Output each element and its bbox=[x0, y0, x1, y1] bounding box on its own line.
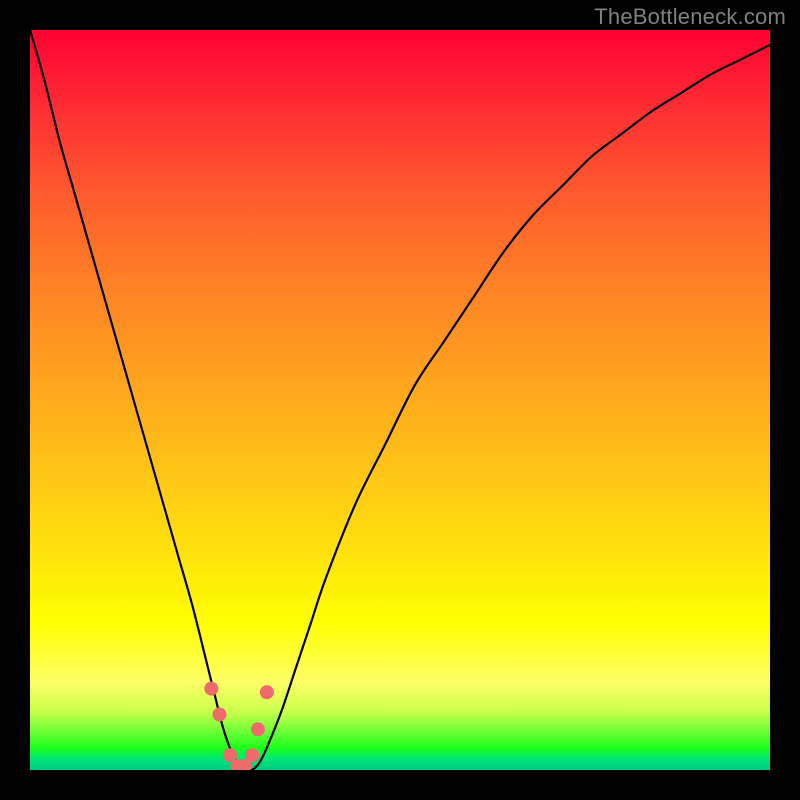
plot-area bbox=[30, 30, 770, 770]
curve-svg bbox=[30, 30, 770, 770]
curve-marker bbox=[251, 722, 265, 736]
curve-marker bbox=[260, 685, 274, 699]
curve-marker bbox=[204, 682, 218, 696]
chart-frame: TheBottleneck.com bbox=[0, 0, 800, 800]
bottleneck-curve bbox=[30, 30, 770, 770]
curve-marker bbox=[245, 748, 259, 762]
watermark-text: TheBottleneck.com bbox=[594, 4, 786, 30]
curve-marker bbox=[212, 708, 226, 722]
curve-layer bbox=[30, 30, 770, 770]
